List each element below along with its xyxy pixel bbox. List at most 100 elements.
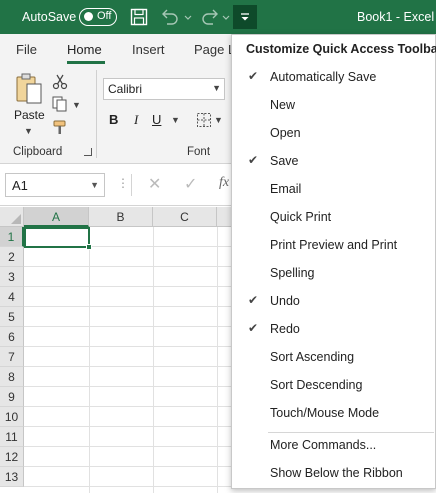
underline-dropdown-icon[interactable]: ▼ [171,115,180,125]
menu-item[interactable]: Spelling [232,259,435,287]
font-name-value: Calibri [108,82,143,96]
tab-file[interactable]: File [16,42,37,57]
copy-icon[interactable] [52,96,68,115]
row-header[interactable]: 8 [0,367,24,387]
grid-line [217,227,218,493]
paste-dropdown-icon[interactable]: ▼ [24,126,33,136]
autosave-toggle[interactable]: Off [79,8,117,26]
menu-item-label: Redo [270,322,300,336]
row-header[interactable]: 1 [0,227,24,247]
cancel-icon[interactable]: ✕ [148,174,161,194]
select-all-icon [11,214,21,224]
row-header[interactable]: 2 [0,247,24,267]
checkmark-icon: ✔ [248,69,259,83]
copy-dropdown-icon[interactable]: ▼ [72,100,81,110]
menu-item-label: Sort Ascending [270,350,355,364]
menu-item[interactable]: Show Below the Ribbon [232,459,435,487]
undo-icon[interactable] [160,8,180,29]
menu-item[interactable]: New [232,91,435,119]
chevron-down-icon: ▼ [90,180,99,190]
tab-insert[interactable]: Insert [132,42,165,57]
grid-line [153,227,154,493]
menu-item[interactable]: ✔ Redo [232,315,435,343]
menu-item-label: Save [270,154,299,168]
insert-function-icon[interactable]: fx [219,175,229,191]
customize-qat-menu: Customize Quick Access Toolbar ✔ Automati… [231,34,436,489]
menu-item-label: Sort Descending [270,378,363,392]
save-icon[interactable] [130,8,148,29]
chevron-down-icon: ▼ [212,83,221,93]
column-header[interactable]: C [153,207,217,227]
row-header[interactable]: 6 [0,327,24,347]
row-header[interactable]: 5 [0,307,24,327]
borders-dropdown-icon[interactable]: ▼ [214,115,223,125]
menu-item[interactable]: Open [232,119,435,147]
menu-item-label: Quick Print [270,210,332,224]
name-box[interactable]: A1 ▼ [5,173,105,197]
column-header[interactable]: A [24,207,89,227]
menu-item-label: Undo [270,294,300,308]
row-header[interactable]: 3 [0,267,24,287]
menu-item[interactable]: More Commands... [232,431,435,459]
underline-button[interactable]: U [152,112,161,127]
menu-item[interactable]: ✔ Automatically Save [232,63,435,91]
column-header[interactable]: B [89,207,153,227]
title-bar: AutoSave Off Book1 - Excel [0,0,436,34]
active-cell[interactable] [24,227,90,248]
undo-dropdown-icon[interactable] [184,8,192,29]
menu-item[interactable]: Quick Print [232,203,435,231]
menu-item[interactable]: ✔ Save [232,147,435,175]
select-all-button[interactable] [0,207,24,227]
cut-icon[interactable] [52,74,68,93]
enter-check-icon[interactable]: ✓ [184,174,197,194]
menu-title: Customize Quick Access Toolbar [246,42,436,56]
menu-item[interactable]: Touch/Mouse Mode [232,399,435,427]
row-header[interactable]: 10 [0,407,24,427]
menu-item-label: Print Preview and Print [270,238,398,252]
fill-handle[interactable] [86,244,92,250]
toggle-knob [84,12,93,21]
paste-button[interactable]: Paste [14,108,45,122]
row-header[interactable]: 7 [0,347,24,367]
menu-item[interactable]: Email [232,175,435,203]
autosave-label: AutoSave [22,10,77,24]
paste-icon[interactable] [15,72,43,109]
menu-item-label: New [270,98,296,112]
customize-qat-icon [241,13,249,21]
menu-item[interactable]: Print Preview and Print [232,231,435,259]
more-options-icon[interactable]: ⋮ [117,176,129,190]
menu-item-label: Automatically Save [270,70,377,84]
redo-dropdown-icon[interactable] [222,8,230,29]
menu-item-label: Touch/Mouse Mode [270,406,380,420]
menu-item[interactable]: ✔ Undo [232,287,435,315]
checkmark-icon: ✔ [248,153,259,167]
formula-divider [131,174,132,196]
name-box-value: A1 [12,178,28,193]
font-name-select[interactable]: Calibri ▼ [103,78,225,100]
italic-button[interactable]: I [134,112,138,128]
tab-home[interactable]: Home [67,42,102,57]
format-painter-icon[interactable] [52,120,68,139]
menu-item-label: More Commands... [270,438,377,452]
row-header[interactable]: 11 [0,427,24,447]
menu-item[interactable]: Sort Ascending [232,343,435,371]
row-header[interactable]: 12 [0,447,24,467]
customize-qat-button[interactable] [233,5,257,29]
menu-item[interactable]: Sort Descending [232,371,435,399]
row-header[interactable]: 9 [0,387,24,407]
tab-page-layout[interactable]: Page L [194,42,235,57]
menu-item-label: Email [270,182,302,196]
menu-item-label: Open [270,126,301,140]
borders-icon[interactable] [196,112,212,131]
clipboard-launcher-icon[interactable] [84,148,92,156]
checkmark-icon: ✔ [248,321,259,335]
menu-item-label: Show Below the Ribbon [270,466,403,480]
row-header[interactable]: 4 [0,287,24,307]
redo-icon[interactable] [200,8,220,29]
clipboard-group-label: Clipboard [13,146,63,158]
autosave-state: Off [97,10,112,22]
document-title: Book1 - Excel [357,10,435,24]
checkmark-icon: ✔ [248,293,259,307]
row-header[interactable]: 13 [0,467,24,487]
bold-button[interactable]: B [109,112,118,127]
